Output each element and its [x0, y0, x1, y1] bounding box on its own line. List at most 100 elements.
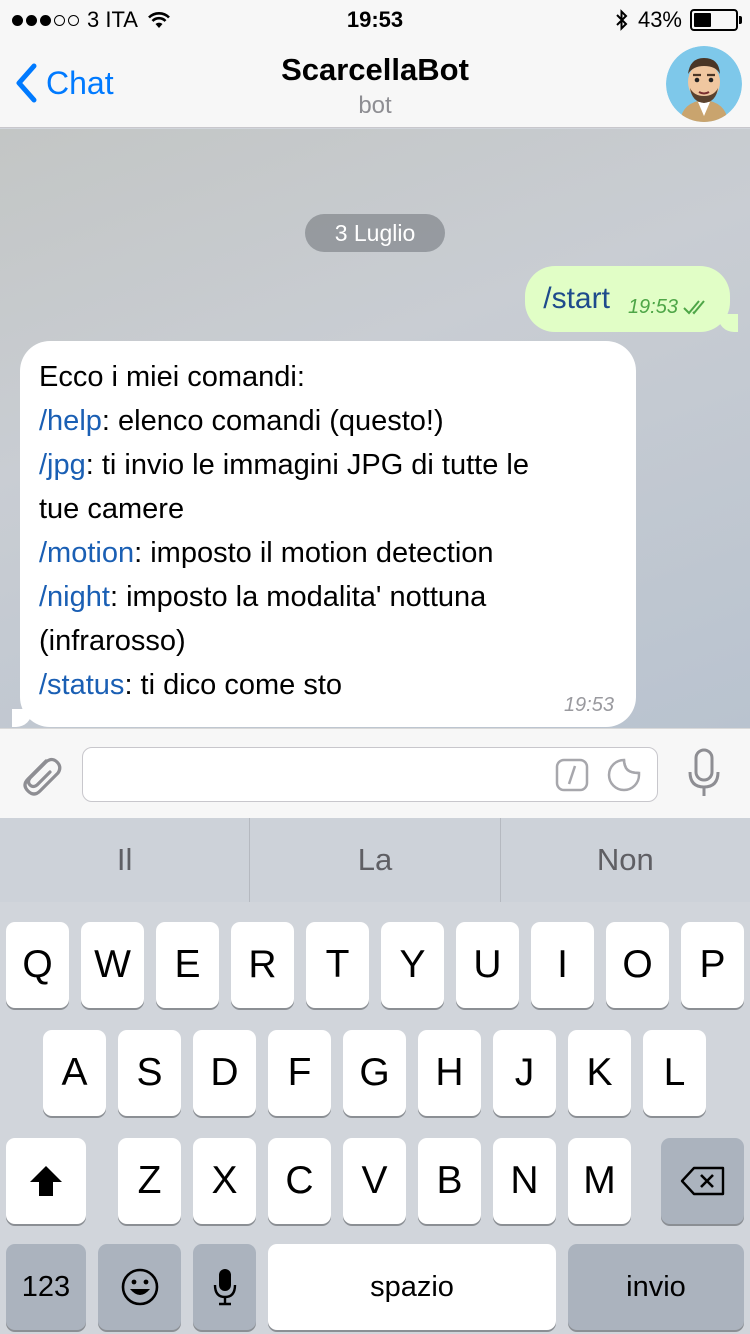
keyboard: Q W E R T Y U I O P A S D F G H J K L Z …	[0, 902, 750, 1334]
key-l[interactable]: L	[643, 1030, 706, 1116]
message-input[interactable]	[82, 747, 658, 802]
suggestion-1[interactable]: Il	[0, 818, 251, 902]
outgoing-message-meta: 19:53	[628, 296, 712, 319]
key-p[interactable]: P	[681, 922, 744, 1008]
key-v[interactable]: V	[343, 1138, 406, 1224]
key-d[interactable]: D	[193, 1030, 256, 1116]
command-link-status[interactable]: /status	[39, 669, 124, 701]
avatar[interactable]	[666, 46, 742, 122]
key-c[interactable]: C	[268, 1138, 331, 1224]
bluetooth-icon	[616, 9, 628, 31]
battery-icon	[690, 9, 742, 31]
key-t[interactable]: T	[306, 922, 369, 1008]
outgoing-message[interactable]: /start 19:53	[525, 266, 738, 332]
key-n[interactable]: N	[493, 1138, 556, 1224]
message-line: /jpg: ti invio le immagini JPG di tutte …	[39, 443, 616, 487]
status-right: 43%	[614, 7, 742, 33]
message-line-text: : imposto la modalita' nottuna	[109, 581, 487, 613]
dictation-key[interactable]	[193, 1244, 256, 1330]
incoming-message[interactable]: Ecco i miei comandi: /help: elenco coman…	[12, 341, 636, 727]
attach-button[interactable]	[16, 747, 64, 799]
double-check-icon	[683, 300, 705, 315]
message-line: (infrarosso)	[39, 619, 616, 663]
keyboard-row-2: A S D F G H J K L	[0, 1030, 750, 1116]
shift-arrow-icon	[30, 1166, 62, 1196]
wifi-icon	[148, 12, 170, 28]
message-line-text: : elenco comandi (questo!)	[101, 405, 444, 437]
key-u[interactable]: U	[456, 922, 519, 1008]
key-g[interactable]: G	[343, 1030, 406, 1116]
input-field-icons	[555, 758, 641, 792]
command-link-motion[interactable]: /motion	[39, 537, 134, 569]
key-o[interactable]: O	[606, 922, 669, 1008]
bot-avatar-illustration	[666, 46, 742, 122]
message-line-text: : ti dico come sto	[124, 669, 343, 701]
message-input-bar	[0, 728, 750, 818]
nav-bar: Chat ScarcellaBot bot	[0, 40, 750, 128]
chat-area[interactable]: 3 Luglio /start 19:53 Ecco i miei comand…	[0, 129, 750, 728]
key-x[interactable]: X	[193, 1138, 256, 1224]
key-q[interactable]: Q	[6, 922, 69, 1008]
predictive-text-bar: Il La Non	[0, 818, 750, 902]
message-line: /status: ti dico come sto	[39, 663, 616, 707]
delete-key[interactable]	[661, 1138, 744, 1224]
key-k[interactable]: K	[568, 1030, 631, 1116]
message-line-text: : imposto il motion detection	[134, 537, 494, 569]
emoji-icon	[121, 1268, 158, 1306]
key-m[interactable]: M	[568, 1138, 631, 1224]
key-b[interactable]: B	[418, 1138, 481, 1224]
suggestion-2[interactable]: La	[250, 818, 501, 902]
status-left: 3 ITA	[12, 7, 614, 33]
chat-title: ScarcellaBot	[281, 52, 469, 87]
microphone-icon	[688, 748, 720, 796]
key-r[interactable]: R	[231, 922, 294, 1008]
message-line-text: tue camere	[39, 493, 185, 525]
date-separator: 3 Luglio	[305, 214, 445, 252]
sticker-icon[interactable]	[607, 758, 641, 792]
shift-key[interactable]	[6, 1138, 86, 1224]
key-j[interactable]: J	[493, 1030, 556, 1116]
keyboard-row-4: 123 spazio invio	[0, 1244, 750, 1330]
key-s[interactable]: S	[118, 1030, 181, 1116]
voice-message-button[interactable]	[686, 747, 722, 804]
suggestion-3[interactable]: Non	[501, 818, 750, 902]
key-h[interactable]: H	[418, 1030, 481, 1116]
message-line: tue camere	[39, 487, 616, 531]
message-line-text: (infrarosso)	[39, 625, 186, 657]
paperclip-icon	[23, 757, 62, 796]
key-a[interactable]: A	[43, 1030, 106, 1116]
bot-command-icon[interactable]	[555, 758, 589, 792]
backspace-icon	[680, 1166, 724, 1196]
incoming-message-time: 19:53	[563, 694, 614, 716]
space-key[interactable]: spazio	[268, 1244, 556, 1330]
message-line: /motion: imposto il motion detection	[39, 531, 616, 575]
microphone-icon	[213, 1269, 236, 1306]
key-i[interactable]: I	[531, 922, 594, 1008]
status-bar: 3 ITA 19:53 43%	[0, 0, 750, 40]
command-link-jpg[interactable]: /jpg	[39, 449, 86, 481]
outgoing-message-text[interactable]: /start	[543, 282, 610, 316]
keyboard-row-3: Z X C V B N M	[0, 1138, 750, 1224]
signal-strength-icon	[12, 14, 79, 26]
key-z[interactable]: Z	[118, 1138, 181, 1224]
battery-fill	[694, 13, 712, 27]
message-line: /night: imposto la modalita' nottuna	[39, 575, 616, 619]
chat-subtitle: bot	[358, 92, 392, 119]
outgoing-message-time: 19:53	[627, 295, 678, 318]
command-link-help[interactable]: /help	[39, 405, 102, 437]
keyboard-row-1: Q W E R T Y U I O P	[0, 922, 750, 1008]
key-f[interactable]: F	[268, 1030, 331, 1116]
message-intro: Ecco i miei comandi:	[39, 361, 305, 393]
emoji-key[interactable]	[98, 1244, 181, 1330]
battery-percent: 43%	[637, 7, 682, 32]
return-key[interactable]: invio	[568, 1244, 744, 1330]
numbers-key[interactable]: 123	[6, 1244, 86, 1330]
chat-header: ScarcellaBot bot	[0, 52, 750, 120]
message-line-text: : ti invio le immagini JPG di tutte le	[85, 449, 529, 481]
command-link-night[interactable]: /night	[39, 581, 110, 613]
carrier-name: 3 ITA	[87, 7, 138, 32]
key-w[interactable]: W	[81, 922, 144, 1008]
key-e[interactable]: E	[156, 922, 219, 1008]
key-y[interactable]: Y	[381, 922, 444, 1008]
message-line: /help: elenco comandi (questo!)	[39, 399, 616, 443]
